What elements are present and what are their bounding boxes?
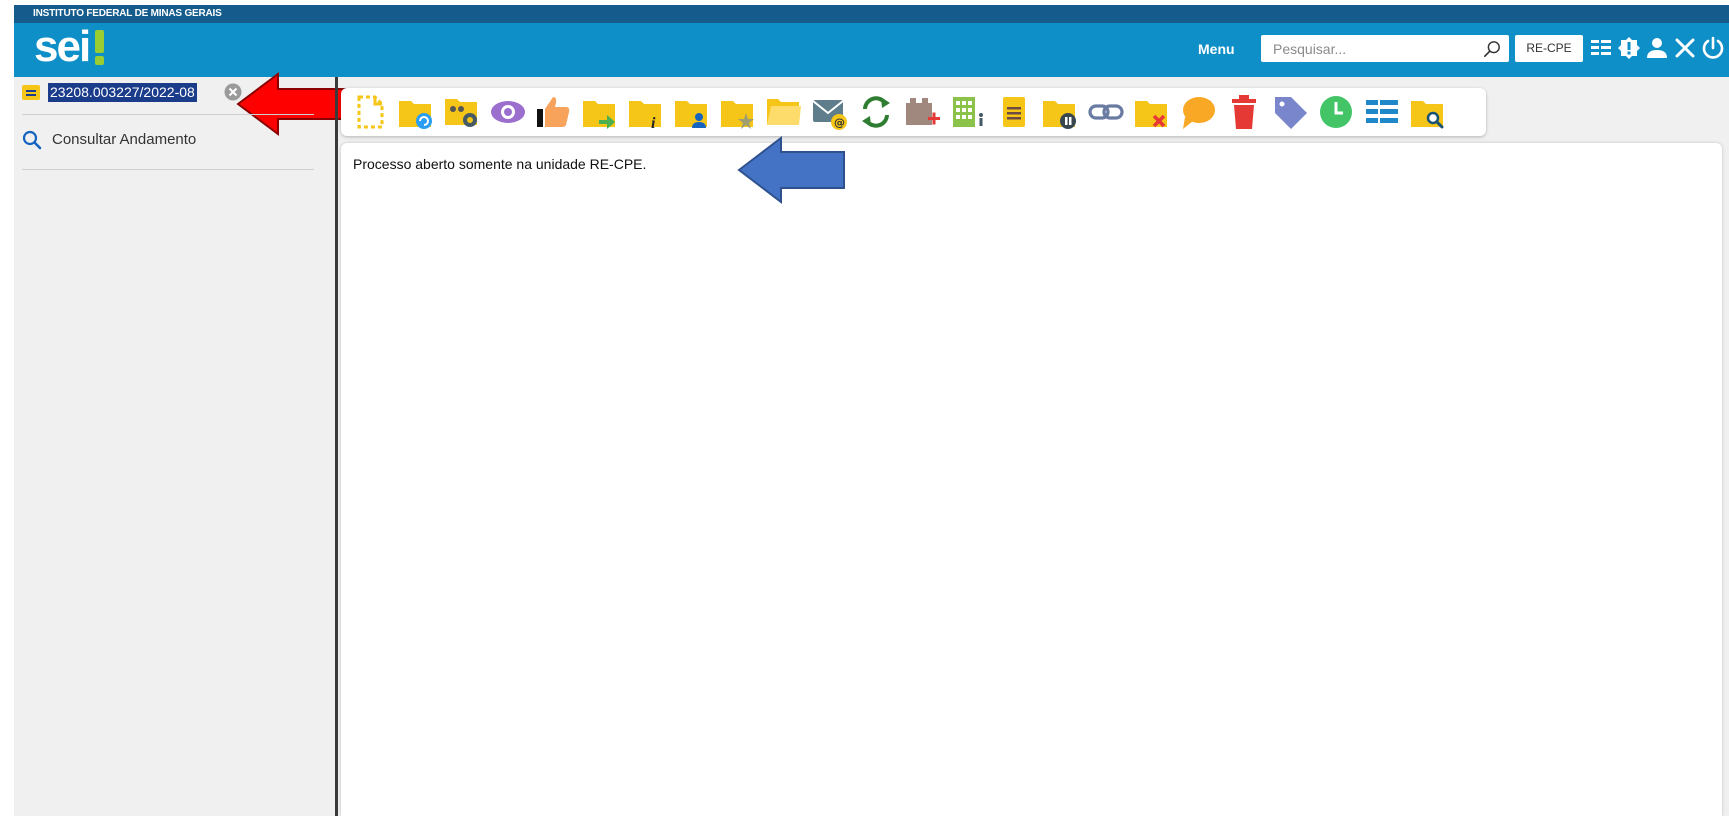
clock-icon[interactable] <box>1317 93 1355 131</box>
power-icon[interactable] <box>1701 36 1725 60</box>
list-icon[interactable] <box>1589 36 1613 60</box>
institution-bar: INSTITUTO FEDERAL DE MINAS GERAIS <box>14 5 1729 23</box>
suspend-process-icon[interactable] <box>1041 93 1079 131</box>
favorite-folder-icon[interactable] <box>719 93 757 131</box>
search-box <box>1261 35 1509 62</box>
trash-icon[interactable] <box>1225 93 1263 131</box>
unit-selector[interactable]: RE-CPE <box>1515 35 1583 62</box>
sei-app: INSTITUTO FEDERAL DE MINAS GERAIS sei Me… <box>14 5 1729 816</box>
sidebar-divider <box>22 114 314 115</box>
add-block-icon[interactable] <box>903 93 941 131</box>
tools-icon[interactable] <box>1673 36 1697 60</box>
content-panel: Processo aberto somente na unidade RE-CP… <box>341 143 1722 816</box>
consult-progress-label: Consultar Andamento <box>52 131 197 148</box>
view-icon[interactable] <box>489 93 527 131</box>
delete-process-icon[interactable] <box>1133 93 1171 131</box>
list-view-icon[interactable] <box>1363 93 1401 131</box>
manage-process-icon[interactable] <box>443 93 481 131</box>
user-icon[interactable] <box>1645 36 1669 60</box>
logo-exclamation <box>95 30 104 53</box>
send-process-icon[interactable] <box>581 93 619 131</box>
units-icon[interactable] <box>949 93 987 131</box>
sidebar-divider <box>22 169 314 170</box>
process-number-link[interactable]: 23208.003227/2022-08 <box>48 83 197 102</box>
comment-icon[interactable] <box>1179 93 1217 131</box>
process-actions-toolbar: i @ <box>341 88 1486 136</box>
logo-text: sei <box>34 22 91 71</box>
refresh-icon[interactable] <box>857 93 895 131</box>
folder-icon <box>22 85 40 100</box>
svg-text:@: @ <box>834 116 845 129</box>
new-document-icon[interactable] <box>351 93 389 131</box>
sign-icon[interactable] <box>535 93 573 131</box>
search-folder-icon[interactable] <box>1409 93 1447 131</box>
note-icon[interactable] <box>995 93 1033 131</box>
menu-button[interactable]: Menu <box>1198 41 1235 57</box>
annotation-blue-arrow <box>737 136 845 204</box>
process-tree-sidebar: 23208.003227/2022-08 Consultar Andamento <box>14 72 355 816</box>
main-header: sei Menu RE-CPE <box>14 22 1729 77</box>
open-folder-icon[interactable] <box>765 93 803 131</box>
assign-user-icon[interactable] <box>673 93 711 131</box>
logo-exclamation-dot <box>95 56 104 65</box>
link-icon[interactable] <box>1087 93 1125 131</box>
panel-splitter[interactable] <box>335 77 338 816</box>
annotation-red-arrow <box>236 72 355 136</box>
search-icon <box>22 130 42 150</box>
tag-icon[interactable] <box>1271 93 1309 131</box>
search-input[interactable] <box>1261 35 1476 62</box>
svg-text:i: i <box>651 115 656 131</box>
alert-icon[interactable] <box>1617 36 1641 60</box>
sei-logo[interactable]: sei <box>34 22 114 71</box>
update-process-icon[interactable] <box>397 93 435 131</box>
process-status-message: Processo aberto somente na unidade RE-CP… <box>353 156 647 172</box>
process-info-icon[interactable]: i <box>627 93 665 131</box>
send-email-icon[interactable]: @ <box>811 93 849 131</box>
search-icon[interactable] <box>1483 40 1501 58</box>
institution-name: INSTITUTO FEDERAL DE MINAS GERAIS <box>33 8 222 19</box>
